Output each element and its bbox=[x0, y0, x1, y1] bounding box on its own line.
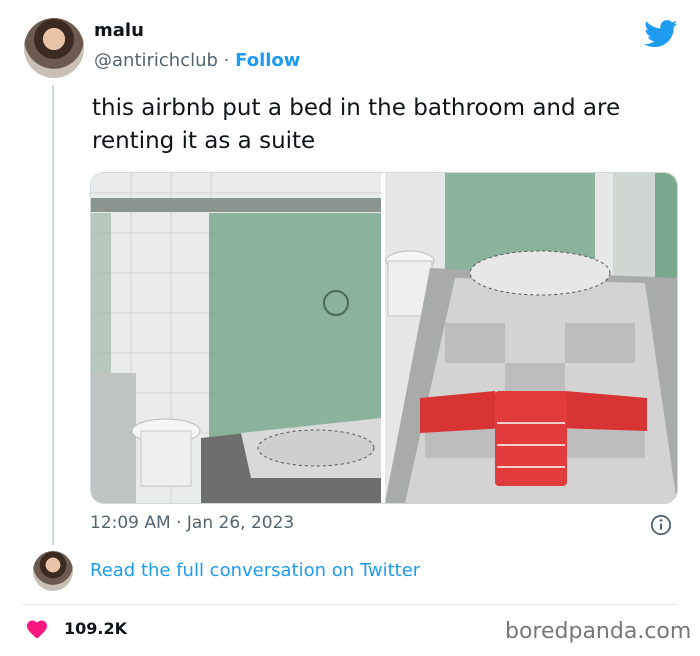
divider bbox=[22, 604, 678, 605]
author-name[interactable]: malu bbox=[94, 20, 144, 41]
follow-button[interactable]: Follow bbox=[235, 50, 300, 71]
tweet-text: this airbnb put a bed in the bathroom an… bbox=[92, 95, 621, 154]
bathroom-photo-left[interactable] bbox=[91, 173, 381, 503]
thread-line bbox=[52, 85, 54, 545]
bathroom-photo-right[interactable] bbox=[385, 173, 677, 503]
info-icon[interactable] bbox=[650, 514, 672, 536]
tweet-card: malu @antirichclub · Follow this airbnb … bbox=[0, 0, 700, 656]
read-conversation-link[interactable]: Read the full conversation on Twitter bbox=[90, 560, 420, 581]
author-handle-row: @antirichclub · Follow bbox=[94, 50, 300, 71]
like-count: 109.2K bbox=[64, 619, 128, 638]
heart-icon[interactable] bbox=[26, 619, 48, 639]
separator: · bbox=[223, 50, 230, 71]
avatar-small[interactable] bbox=[33, 551, 73, 591]
avatar[interactable] bbox=[24, 18, 84, 78]
author-handle[interactable]: @antirichclub bbox=[94, 50, 218, 71]
watermark: boredpanda.com bbox=[505, 619, 692, 644]
tweet-media[interactable] bbox=[90, 172, 678, 504]
tweet-timestamp[interactable]: 12:09 AM · Jan 26, 2023 bbox=[90, 513, 294, 533]
twitter-bird-icon[interactable] bbox=[644, 20, 678, 48]
